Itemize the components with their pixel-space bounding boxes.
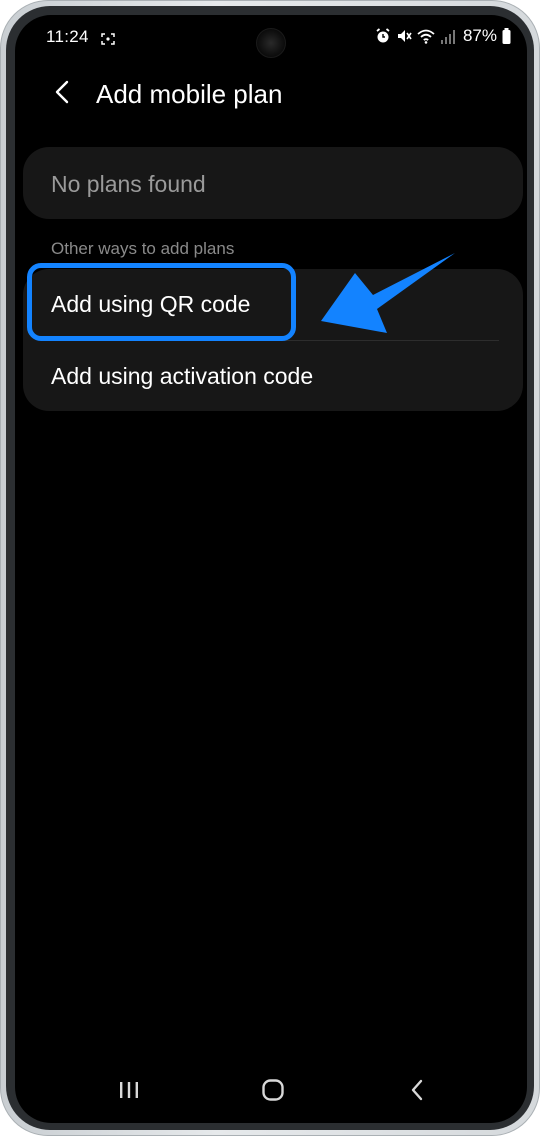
alarm-icon [375, 28, 391, 44]
status-time: 11:24 [46, 27, 89, 46]
page-title: Add mobile plan [96, 79, 283, 109]
home-icon [261, 1078, 285, 1107]
front-camera [256, 28, 286, 58]
navigation-bar [15, 1059, 527, 1123]
wifi-icon [417, 29, 435, 44]
phone-frame: 11:24 87% Add mobile plan No plans found… [0, 0, 540, 1136]
battery-percent: 87% [462, 26, 497, 45]
empty-state-text: No plans found [51, 171, 206, 197]
mute-icon [396, 28, 412, 44]
pointer-arrow-icon [315, 245, 465, 355]
plans-list-card: No plans found [23, 147, 523, 219]
home-button[interactable] [253, 1077, 293, 1107]
recent-apps-button[interactable] [109, 1077, 149, 1107]
chevron-left-icon [54, 80, 70, 109]
phone-screen: 11:24 87% Add mobile plan No plans found… [15, 15, 527, 1123]
nav-back-button[interactable] [397, 1077, 437, 1107]
section-label: Other ways to add plans [51, 239, 235, 258]
option-label: Add using activation code [51, 363, 314, 389]
screenshot-icon [101, 30, 115, 45]
app-header: Add mobile plan [15, 67, 527, 123]
highlight-box [27, 263, 296, 341]
nav-back-icon [410, 1079, 424, 1106]
status-icons: 87% [375, 26, 511, 46]
status-bar: 11:24 87% [15, 15, 527, 59]
battery-icon [502, 28, 511, 44]
recent-apps-icon [118, 1080, 140, 1105]
back-button[interactable] [45, 77, 79, 111]
signal-icon [440, 29, 456, 44]
